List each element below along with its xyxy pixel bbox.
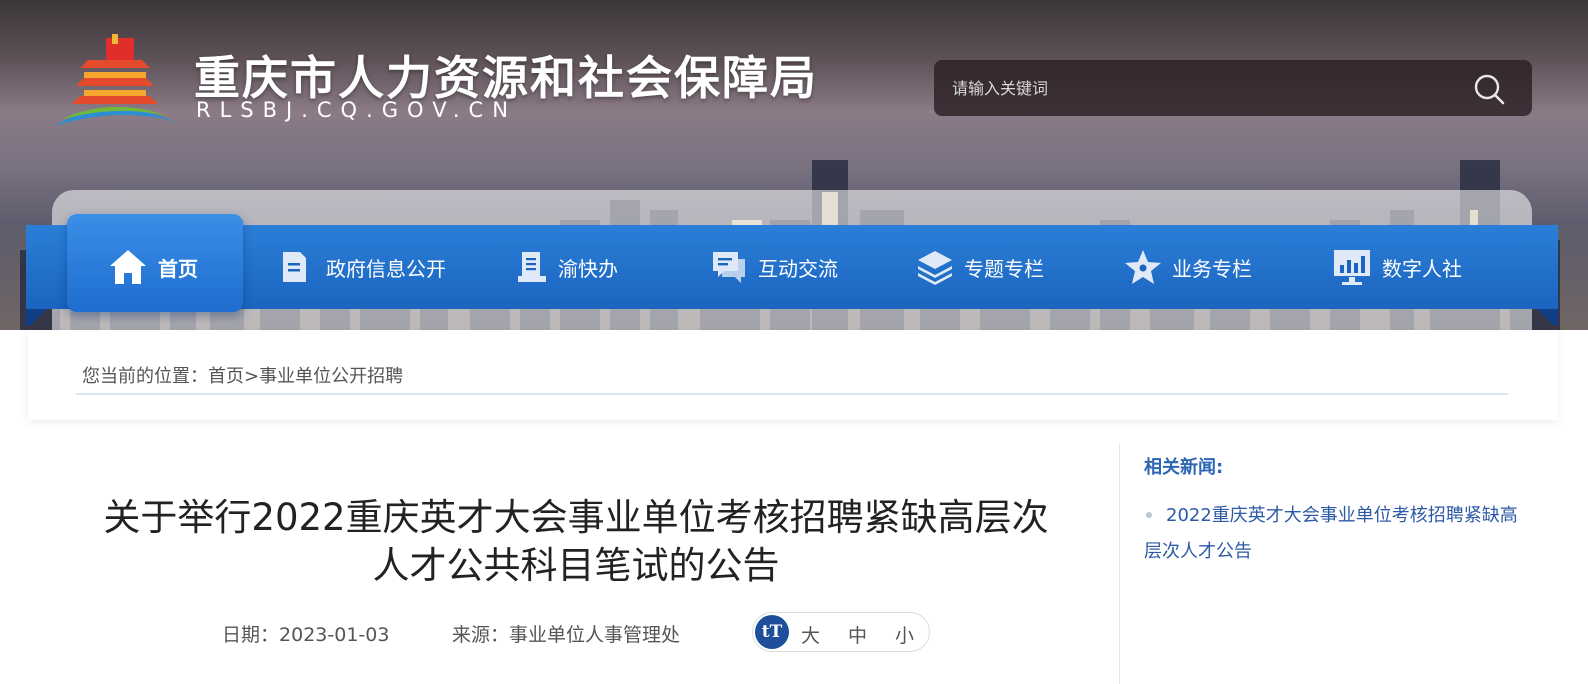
date-label: 日期：	[222, 624, 280, 646]
article-source: 来源：事业单位人事管理处	[452, 620, 680, 647]
nav-item-label: 专题专栏	[964, 256, 1044, 281]
font-size-large-button[interactable]: 大	[801, 621, 820, 648]
bullet-dot-icon	[1146, 512, 1152, 518]
temple-logo-icon[interactable]	[50, 34, 180, 134]
nav-item-special-topics[interactable]: 专题专栏	[916, 225, 1044, 309]
breadcrumb-separator: >	[244, 366, 260, 387]
breadcrumb-current-link[interactable]: 事业单位公开招聘	[259, 366, 403, 387]
breadcrumb: 您当前的位置：首页>事业单位公开招聘	[82, 362, 403, 388]
nav-item-yukuaiban[interactable]: 渝快办	[516, 225, 618, 309]
nav-item-home[interactable]: 首页	[108, 225, 198, 309]
nav-fold-right	[1532, 309, 1558, 325]
site-domain: RLSBJ.CQ.GOV.CN	[196, 98, 517, 122]
source-label: 来源：	[452, 624, 510, 646]
nav-item-interaction[interactable]: 互动交流	[710, 225, 838, 309]
nav-fold-left	[26, 309, 52, 325]
nav-item-business[interactable]: 业务专栏	[1124, 225, 1252, 309]
monitor-chart-icon	[1334, 250, 1370, 285]
book-icon	[518, 252, 546, 282]
article-date: 日期：2023-01-03	[222, 620, 389, 647]
font-size-switcher: tT 大 中 小	[752, 612, 930, 652]
nav-item-label: 政府信息公开	[326, 256, 446, 281]
related-news-title: 相关新闻:	[1144, 457, 1224, 478]
search-icon[interactable]	[1472, 72, 1506, 106]
article-title: 关于举行2022重庆英才大会事业单位考核招聘紧缺高层次人才公共科目笔试的公告	[103, 496, 1049, 587]
nav-item-gov-info[interactable]: 政府信息公开	[280, 225, 446, 309]
nav-item-digital[interactable]: 数字人社	[1332, 225, 1462, 309]
font-size-icon: tT	[755, 615, 789, 649]
search-input[interactable]	[952, 74, 1452, 102]
source-value: 事业单位人事管理处	[509, 624, 681, 646]
date-value: 2023-01-03	[279, 624, 390, 646]
nav-item-label: 业务专栏	[1172, 256, 1252, 281]
search-box	[934, 60, 1532, 116]
font-size-medium-button[interactable]: 中	[848, 621, 867, 648]
layers-icon	[918, 251, 952, 285]
nav-item-label: 数字人社	[1382, 256, 1462, 281]
nav-item-label: 渝快办	[558, 256, 618, 281]
chat-icon	[713, 252, 745, 283]
star-icon	[1125, 250, 1161, 284]
font-size-small-button[interactable]: 小	[895, 621, 914, 648]
nav-item-label: 互动交流	[758, 256, 838, 281]
breadcrumb-divider	[76, 393, 1508, 395]
related-news-link[interactable]: 2022重庆英才大会事业单位考核招聘紧缺高层次人才公告	[1144, 505, 1518, 562]
document-icon	[283, 252, 306, 282]
sidebar-divider	[1119, 444, 1120, 684]
related-news-item[interactable]: 2022重庆英才大会事业单位考核招聘紧缺高层次人才公告	[1144, 498, 1528, 570]
nav-item-label: 首页	[158, 256, 198, 281]
breadcrumb-home-link[interactable]: 首页	[208, 366, 244, 387]
breadcrumb-prefix: 您当前的位置：	[82, 366, 208, 387]
home-icon	[110, 250, 146, 284]
